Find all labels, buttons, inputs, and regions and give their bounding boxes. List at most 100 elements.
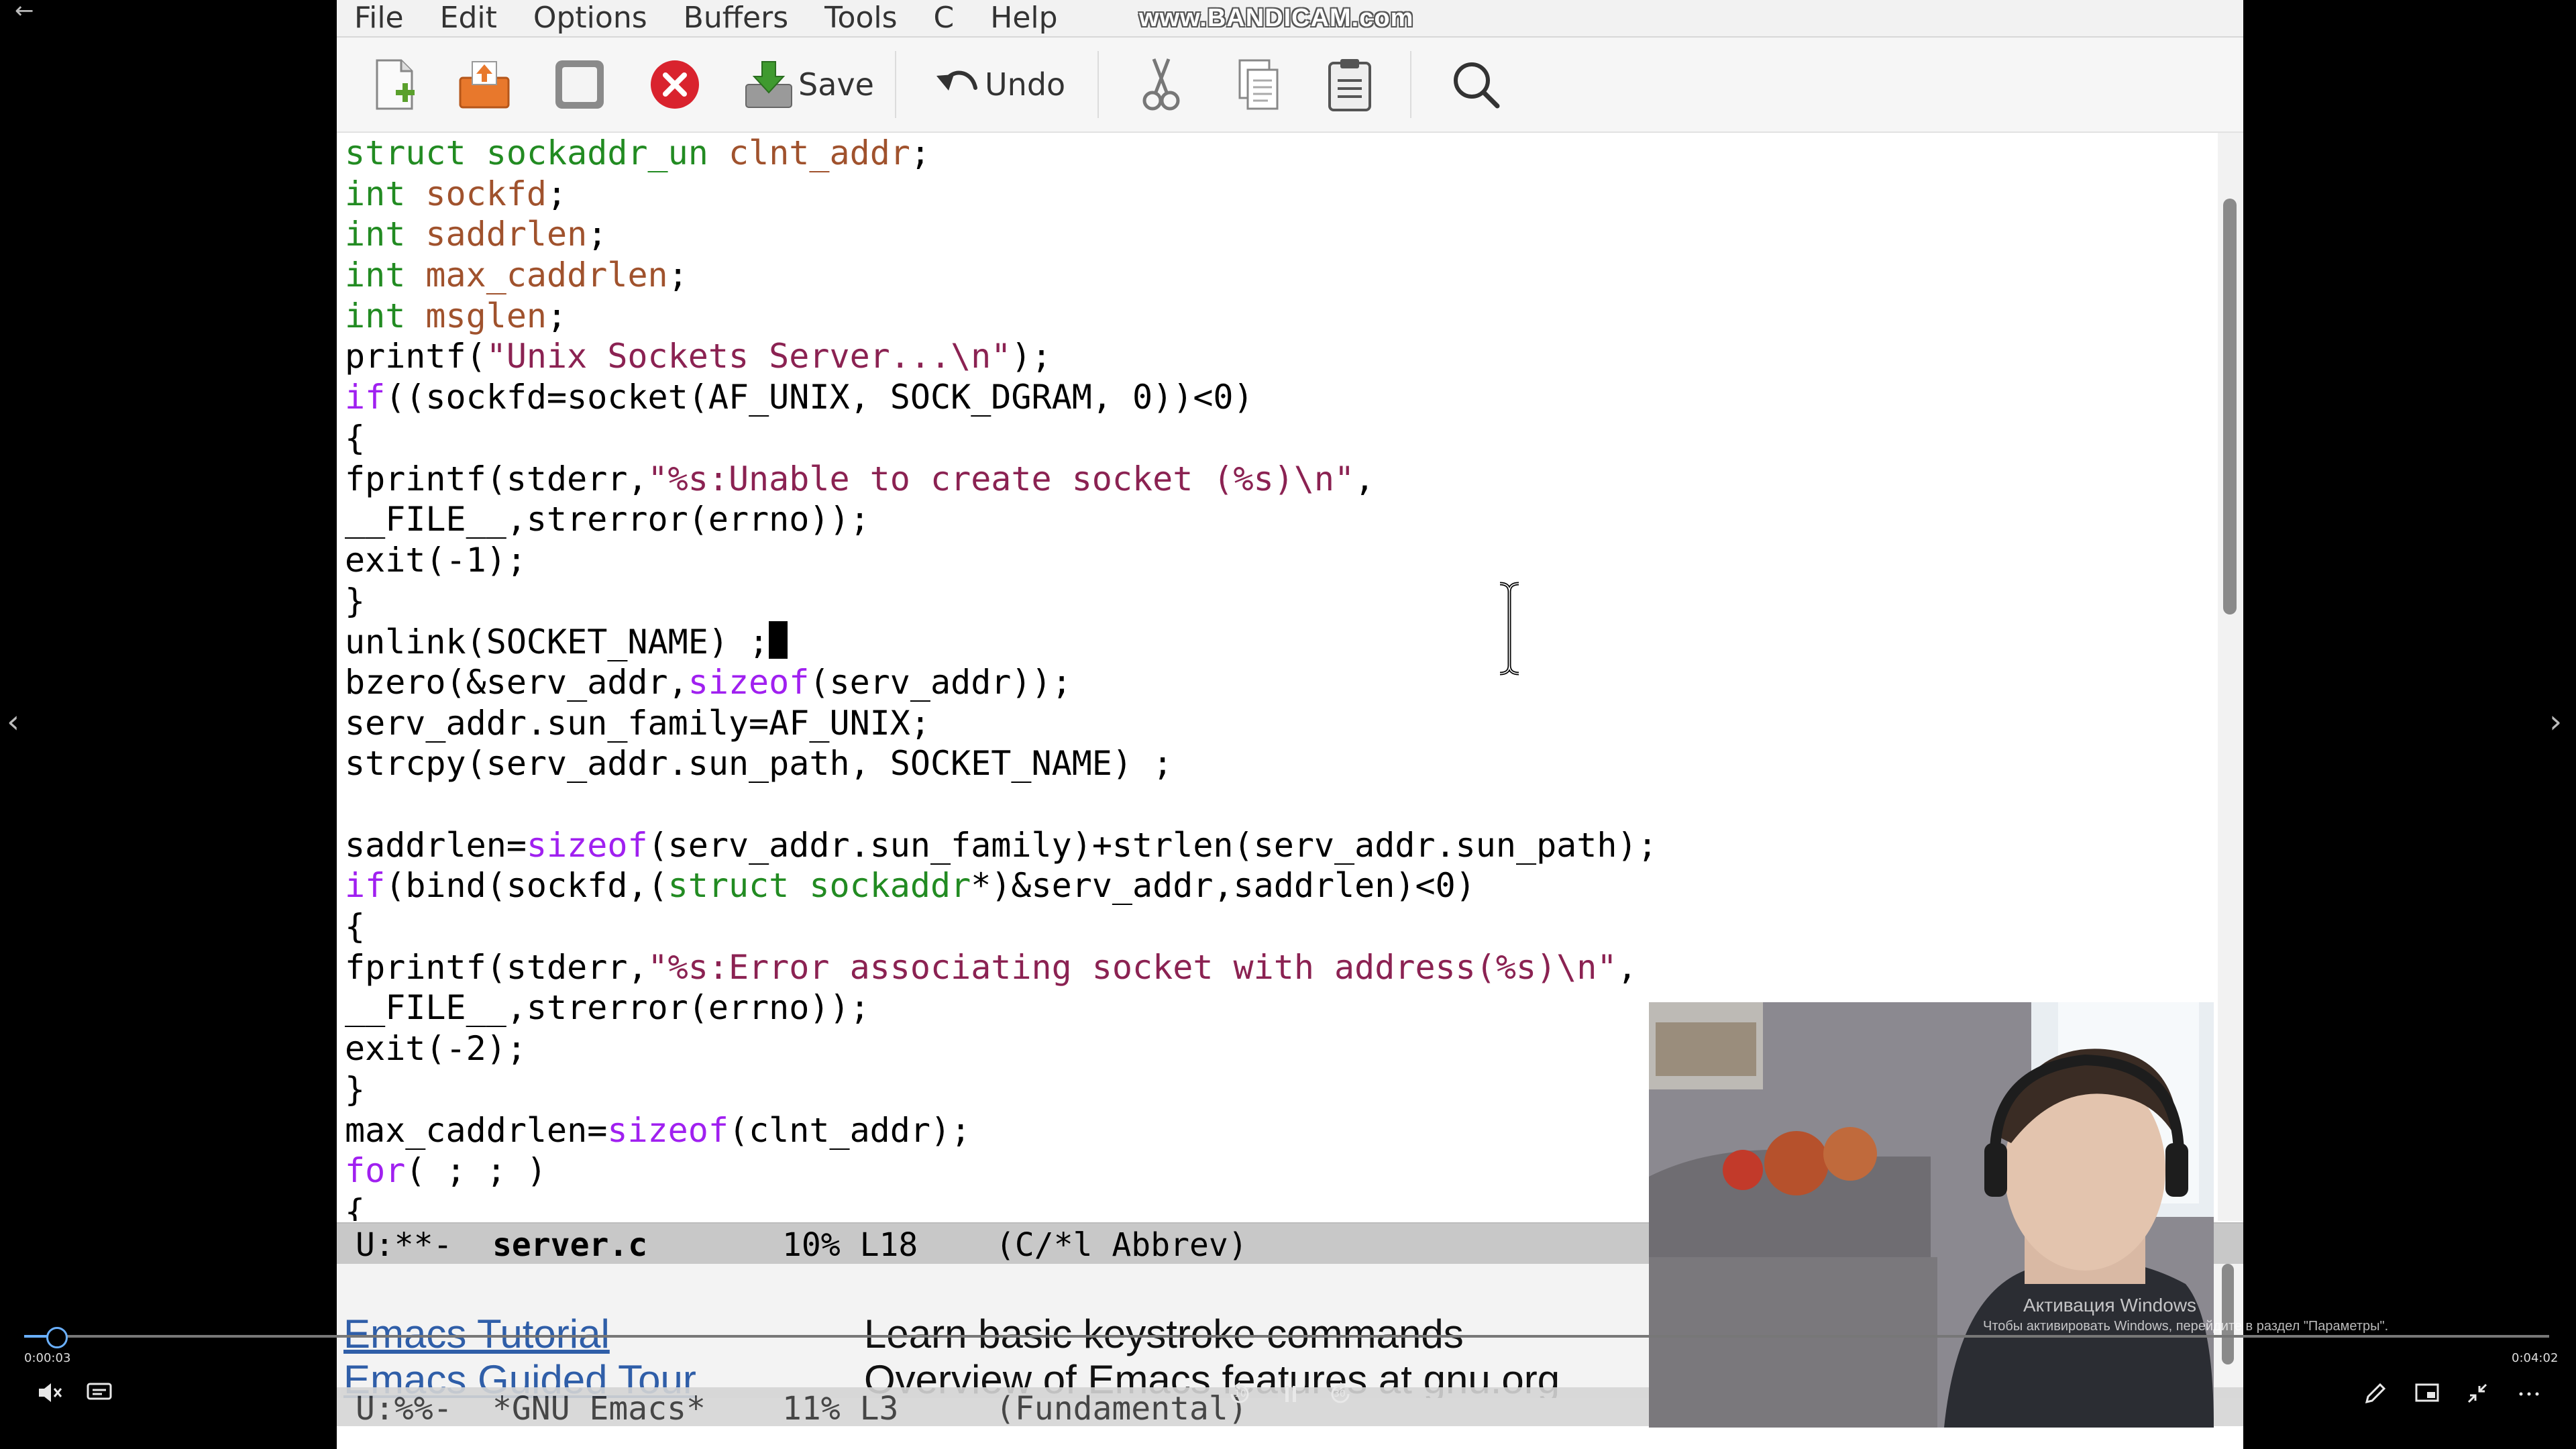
- next-button[interactable]: ›: [2549, 703, 2562, 741]
- captions-button[interactable]: [86, 1381, 113, 1410]
- search-icon: [1454, 62, 1500, 109]
- total-time: 0:04:02: [2512, 1351, 2559, 1365]
- code-line[interactable]: int max_caddrlen;: [345, 255, 2196, 296]
- scissors-icon: [1142, 58, 1180, 111]
- code-line[interactable]: __FILE__,strerror(errno));: [345, 499, 2196, 540]
- code-token: }: [345, 581, 366, 621]
- code-token: sockaddr_un: [486, 133, 708, 172]
- code-line[interactable]: {: [345, 906, 2196, 947]
- skip-back-button[interactable]: 10: [1225, 1379, 1254, 1414]
- code-line[interactable]: fprintf(stderr,"%s:Error associating soc…: [345, 947, 2196, 988]
- code-line[interactable]: if((sockfd=socket(AF_UNIX, SOCK_DGRAM, 0…: [345, 377, 2196, 418]
- code-token: sizeof: [688, 662, 810, 702]
- code-line[interactable]: struct sockaddr_un clnt_addr;: [345, 133, 2196, 174]
- code-line[interactable]: fprintf(stderr,"%s:Unable to create sock…: [345, 459, 2196, 500]
- save-label: Save: [798, 66, 874, 103]
- code-line[interactable]: bzero(&serv_addr,sizeof(serv_addr));: [345, 662, 2196, 703]
- save-button[interactable]: Save: [743, 58, 874, 111]
- code-token: __FILE__,strerror(errno));: [345, 988, 870, 1028]
- code-token: sizeof: [526, 825, 648, 865]
- close-icon: [651, 60, 699, 109]
- emacs-tutorial-link[interactable]: Emacs Tutorial: [343, 1311, 610, 1357]
- collapse-icon: [2467, 1383, 2487, 1403]
- search-button[interactable]: [1449, 58, 1503, 111]
- chevron-left-icon: ‹: [7, 703, 20, 741]
- code-token: sizeof: [607, 1110, 729, 1150]
- mute-button[interactable]: [36, 1381, 63, 1410]
- emacs-tutorial-description: Learn basic keystroke commands: [864, 1311, 1464, 1356]
- code-line[interactable]: }: [345, 581, 2196, 622]
- more-options-button[interactable]: [2516, 1381, 2542, 1411]
- code-token: ;: [547, 296, 568, 335]
- exit-fullscreen-button[interactable]: [2465, 1381, 2490, 1411]
- ellipsis-icon: [2519, 1392, 2539, 1396]
- kill-buffer-button[interactable]: [648, 58, 702, 111]
- cut-button[interactable]: [1139, 58, 1183, 111]
- captions-icon: [87, 1383, 112, 1400]
- pause-icon: [1285, 1386, 1296, 1402]
- scrollbar-thumb[interactable]: [2223, 199, 2237, 614]
- windows-activation-notice: Активация Windows Чтобы активировать Win…: [1983, 1295, 2388, 1334]
- toolbar-separator: [895, 51, 896, 118]
- buffer-position: 11% L3: [782, 1390, 899, 1428]
- mini-player-button[interactable]: [2414, 1381, 2440, 1411]
- menu-c[interactable]: C: [934, 1, 955, 35]
- code-line[interactable]: int saddrlen;: [345, 214, 2196, 255]
- code-line[interactable]: exit(-1);: [345, 540, 2196, 581]
- code-line[interactable]: int sockfd;: [345, 174, 2196, 215]
- toolbar: Save Undo: [337, 38, 2243, 133]
- code-token: ((sockfd=socket(AF_UNIX, SOCK_DGRAM, 0))…: [385, 378, 1254, 417]
- skip-forward-button[interactable]: 30: [1326, 1379, 1355, 1414]
- code-token: printf(: [345, 337, 486, 376]
- code-line[interactable]: unlink(SOCKET_NAME) ;: [345, 621, 2196, 662]
- code-token: {: [345, 907, 366, 947]
- major-mode[interactable]: (C/*l Abbrev): [996, 1226, 1248, 1264]
- code-token: fprintf(stderr,: [345, 947, 648, 987]
- open-file-button[interactable]: [456, 58, 513, 111]
- back-button[interactable]: ←: [15, 0, 34, 24]
- edit-button[interactable]: [2363, 1381, 2388, 1411]
- previous-button[interactable]: ‹: [7, 703, 19, 741]
- code-line[interactable]: strcpy(serv_addr.sun_path, SOCKET_NAME) …: [345, 743, 2196, 784]
- seek-handle[interactable]: [46, 1327, 68, 1348]
- code-token: {: [345, 418, 366, 458]
- major-mode[interactable]: (Fundamental): [996, 1390, 1248, 1428]
- code-token: struct: [667, 866, 790, 906]
- seek-bar[interactable]: [24, 1335, 2549, 1338]
- pause-button[interactable]: [1279, 1381, 1303, 1413]
- menu-buffers[interactable]: Buffers: [684, 1, 788, 35]
- code-line[interactable]: {: [345, 418, 2196, 459]
- code-token: exit(-2);: [345, 1029, 527, 1069]
- menu-edit[interactable]: Edit: [440, 1, 497, 35]
- copy-button[interactable]: [1234, 58, 1281, 111]
- code-line[interactable]: serv_addr.sun_family=AF_UNIX;: [345, 703, 2196, 744]
- menu-file[interactable]: File: [354, 1, 404, 35]
- buffer-position: 10% L18: [782, 1226, 918, 1264]
- menu-tools[interactable]: Tools: [824, 1, 897, 35]
- code-line[interactable]: printf("Unix Sockets Server...\n");: [345, 336, 2196, 377]
- code-line[interactable]: int msglen;: [345, 296, 2196, 337]
- code-token: unlink(SOCKET_NAME) ;: [345, 623, 769, 662]
- menu-options[interactable]: Options: [533, 1, 647, 35]
- webcam-overlay: [1649, 1002, 2214, 1428]
- code-line[interactable]: if(bind(sockfd,(struct sockaddr*)&serv_a…: [345, 865, 2196, 906]
- code-token: __FILE__,strerror(errno));: [345, 500, 870, 539]
- paste-button[interactable]: [1326, 58, 1374, 111]
- open-folder-icon: [459, 61, 510, 109]
- code-line[interactable]: [345, 784, 2196, 825]
- buffer-name[interactable]: server.c: [492, 1226, 647, 1264]
- undo-button[interactable]: Undo: [931, 58, 1065, 111]
- dired-button[interactable]: [553, 58, 606, 111]
- new-file-button[interactable]: [370, 58, 419, 111]
- back-arrow-icon: ←: [15, 0, 34, 24]
- code-line[interactable]: saddrlen=sizeof(serv_addr.sun_family)+st…: [345, 825, 2196, 866]
- menu-help[interactable]: Help: [990, 1, 1057, 35]
- buffer-name[interactable]: *GNU Emacs*: [492, 1390, 706, 1428]
- code-token: clnt_addr: [728, 133, 910, 172]
- code-token: struct: [345, 133, 466, 172]
- code-token: saddrlen: [425, 215, 588, 254]
- copy-icon: [1238, 59, 1279, 110]
